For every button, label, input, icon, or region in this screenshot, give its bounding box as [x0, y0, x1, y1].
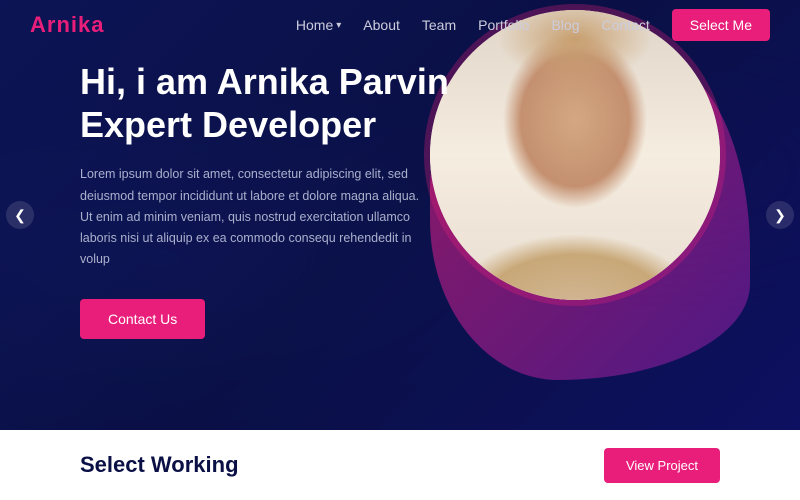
- view-project-button[interactable]: View Project: [604, 448, 720, 483]
- hero-title: Hi, i am Arnika Parvin Expert Developer: [80, 60, 449, 146]
- hero-title-line1: Hi, i am Arnika Parvin: [80, 61, 449, 102]
- hero-section: ❮ Hi, i am Arnika Parvin Expert Develope…: [0, 0, 800, 430]
- right-chevron-icon: ❯: [774, 207, 786, 224]
- logo[interactable]: Arnika: [30, 12, 104, 38]
- hero-title-line2: Expert Developer: [80, 104, 376, 145]
- hero-description: Lorem ipsum dolor sit amet, consectetur …: [80, 164, 420, 270]
- select-me-button[interactable]: Select Me: [672, 9, 770, 41]
- nav-blog[interactable]: Blog: [551, 17, 579, 33]
- prev-arrow[interactable]: ❮: [6, 201, 34, 229]
- navbar: Arnika Home About Team Portfolio Blog Co…: [0, 0, 800, 50]
- nav-links: Home About Team Portfolio Blog Contact S…: [296, 9, 770, 41]
- logo-text-start: Arn: [30, 12, 71, 37]
- nav-home[interactable]: Home: [296, 17, 341, 33]
- nav-contact[interactable]: Contact: [602, 17, 650, 33]
- profile-photo: [430, 10, 720, 300]
- bottom-section-title: Select Working: [80, 452, 239, 478]
- nav-about[interactable]: About: [363, 17, 400, 33]
- contact-us-button[interactable]: Contact Us: [80, 299, 205, 339]
- nav-team[interactable]: Team: [422, 17, 456, 33]
- profile-image: [430, 10, 720, 300]
- left-chevron-icon: ❮: [14, 207, 26, 224]
- next-arrow[interactable]: ❯: [766, 201, 794, 229]
- hero-content: Hi, i am Arnika Parvin Expert Developer …: [80, 60, 449, 339]
- bottom-bar: Select Working View Project: [0, 430, 800, 500]
- logo-text-highlight: ika: [71, 12, 105, 37]
- nav-portfolio[interactable]: Portfolio: [478, 17, 529, 33]
